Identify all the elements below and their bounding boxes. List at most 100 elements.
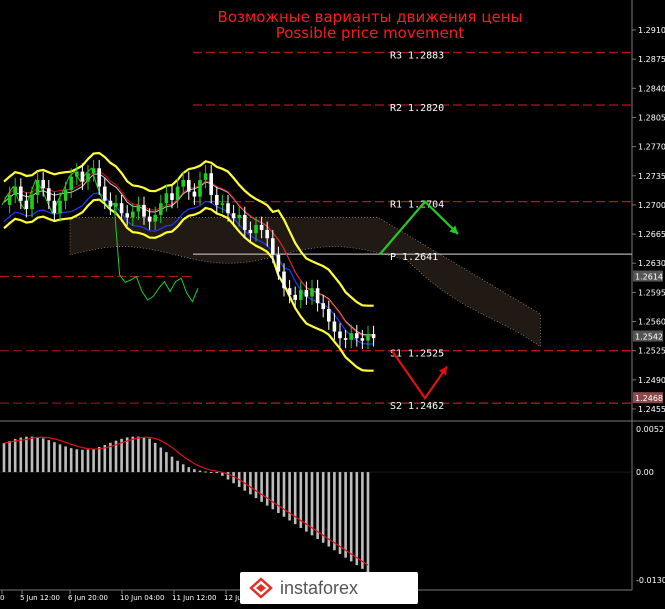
osc-bar [30, 436, 34, 473]
osc-tick-label: 0.00 [636, 468, 654, 477]
osc-bar [338, 472, 342, 554]
x-tick-label: 5 Jun 12:00 [20, 594, 60, 602]
y-tick-label: 1.2770 [638, 143, 665, 152]
y-tick-label: 1.2525 [638, 347, 665, 356]
candle-body [287, 288, 292, 295]
candle-body [215, 194, 219, 205]
osc-bar [58, 444, 62, 473]
osc-bar [209, 471, 213, 473]
candle-body [125, 213, 129, 218]
candle-body [103, 186, 107, 201]
osc-bar [349, 472, 353, 562]
y-tick-label: 1.2840 [638, 84, 665, 93]
osc-bar [53, 442, 56, 473]
candle-body [75, 171, 79, 177]
osc-bar [13, 439, 17, 473]
candle-body [170, 193, 174, 200]
level-label-s2: S2 1.2462 [390, 401, 444, 412]
chart-stage: R3 1.2883 R2 1.2820 R1 1.2704 P 1.2641 S1 1.… [0, 0, 665, 605]
osc-bar [142, 437, 146, 473]
candle-body [41, 179, 45, 189]
candle-body [271, 238, 275, 255]
osc-bar [271, 472, 275, 510]
candle-body [343, 338, 348, 340]
osc-bar [47, 440, 51, 473]
x-tick-label: 0 [0, 594, 4, 602]
candle-body [142, 204, 146, 217]
y-tick-label: 1.2665 [638, 230, 665, 239]
y-tick-label: 1.2805 [638, 113, 665, 122]
y-tick-label: 1.2490 [638, 376, 665, 385]
candle-body [136, 204, 141, 212]
candle-body [248, 229, 253, 234]
osc-bar [366, 472, 370, 573]
candle-body [7, 194, 12, 205]
y-tick-label: 1.2630 [638, 259, 665, 268]
candle-body [209, 173, 213, 195]
candle-body [299, 289, 303, 300]
osc-bar [19, 437, 23, 473]
osc-bar [131, 436, 135, 473]
osc-bar [8, 440, 11, 473]
candle-body [310, 288, 314, 297]
instaforex-logo: instaforex [240, 572, 418, 604]
candle-body [338, 331, 342, 339]
level-label-r1: R1 1.2704 [390, 200, 444, 211]
osc-bar [327, 472, 331, 547]
candle-body [355, 333, 359, 339]
osc-bar [187, 467, 191, 473]
osc-bar [41, 438, 45, 473]
osc-bar [75, 449, 79, 473]
osc-bar [170, 456, 174, 473]
candle-body [58, 200, 62, 214]
osc-bar [92, 448, 95, 473]
y-tick-label: 1.2875 [638, 55, 665, 64]
y-tick-label: 1.2735 [638, 172, 665, 181]
osc-bar [148, 438, 151, 473]
candle-body [47, 188, 51, 201]
candle-body [30, 194, 34, 210]
candle-body [226, 203, 230, 214]
osc-bar [355, 472, 359, 566]
candle-body [332, 321, 337, 332]
candle-body [19, 186, 23, 201]
candle-body [181, 179, 185, 187]
candle-body [315, 288, 320, 304]
osc-bar [316, 472, 319, 540]
candle-body [114, 203, 118, 207]
level-label-p: P 1.2641 [390, 252, 438, 263]
osc-bar [137, 436, 140, 473]
osc-bar [159, 447, 163, 473]
candle-body [86, 173, 90, 182]
osc-bar [333, 472, 336, 551]
osc-bar [243, 472, 247, 491]
candle-body [192, 191, 197, 197]
candle-body [108, 200, 113, 207]
candle-body [304, 289, 309, 297]
osc-bar [265, 472, 269, 506]
candle-body [276, 254, 281, 272]
osc-bar [181, 464, 185, 473]
price-tag-label: 1.2468 [635, 394, 663, 403]
watermark-text: instaforex [280, 578, 359, 598]
instaforex-logo-icon [249, 577, 273, 599]
osc-bar [69, 448, 73, 473]
candle-body [231, 213, 236, 219]
x-tick-label: 11 Jun 12:00 [172, 594, 216, 602]
y-tick-label: 1.2560 [638, 318, 665, 327]
osc-tick-label: -0.01305 [636, 576, 665, 585]
candle-body [259, 224, 264, 230]
y-tick-label: 1.2455 [638, 405, 665, 414]
candle-body [237, 214, 241, 219]
candle-body [366, 334, 370, 341]
price-pane [0, 0, 632, 420]
y-tick-label: 1.2595 [638, 288, 665, 297]
candle-body [147, 216, 152, 222]
price-chart: R3 1.2883R2 1.2820R1 1.2704P 1.2641S1 1.… [0, 0, 665, 602]
candle-body [175, 186, 180, 200]
candle-body [371, 334, 376, 339]
candle-body [119, 203, 124, 214]
osc-bar [254, 472, 258, 499]
osc-bar [310, 472, 314, 536]
osc-bar [361, 472, 364, 569]
